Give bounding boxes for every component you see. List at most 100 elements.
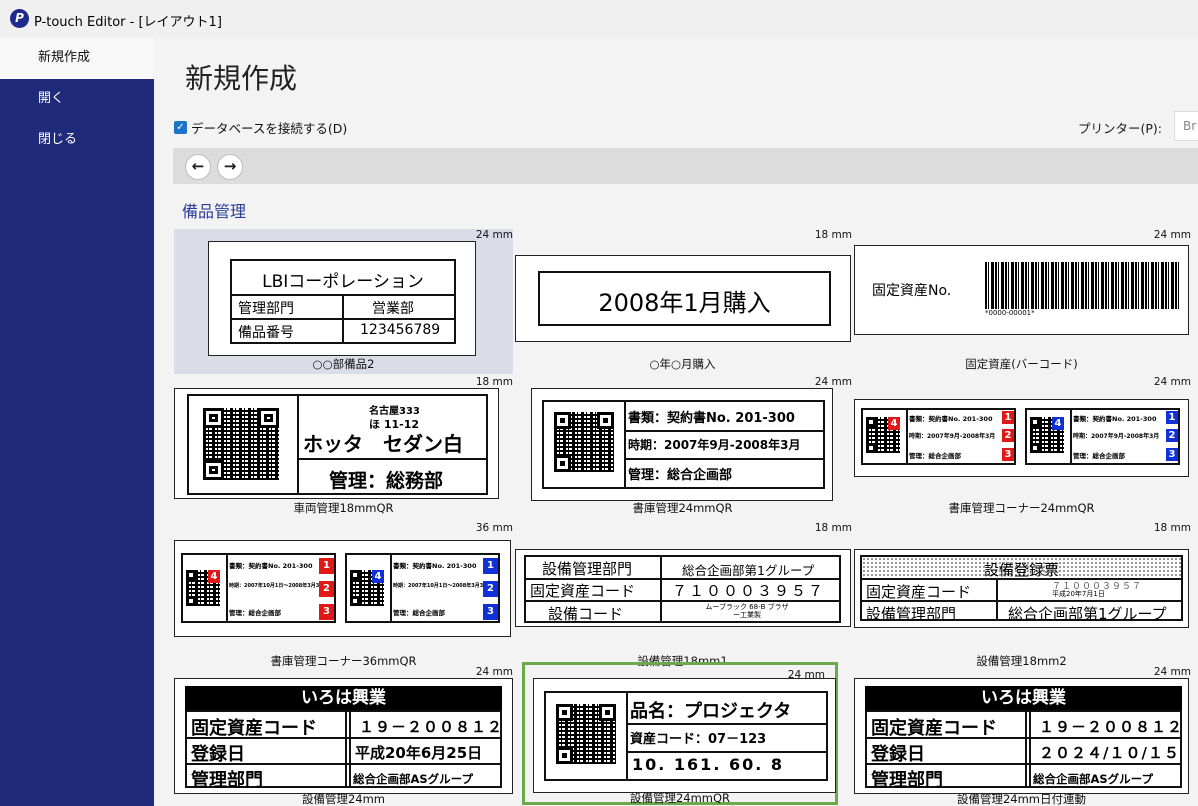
template-caption: 車両管理18mmQR	[293, 501, 394, 515]
label-text: 管理：総合企画部	[229, 609, 281, 617]
template-caption: 書庫管理24mmQR	[632, 501, 733, 515]
main-panel: 新規作成 ✓ データベースを接続する(D) プリンター(P): Br ← → 備…	[154, 38, 1198, 806]
label-size: 24 mm	[475, 666, 513, 678]
label-text: 品名：プロジェクタ	[630, 701, 792, 722]
label-preview: いろは興業 固定資産コード １９－２００８１２ 登録日 ２０２４/１０/１５ 管…	[854, 678, 1189, 794]
title-bar: P P-touch Editor - [レイアウト1]	[0, 0, 1198, 38]
label-size: 18 mm	[814, 229, 852, 241]
badge-blue-2: 2	[483, 581, 498, 597]
checkbox-checked-icon[interactable]: ✓	[174, 121, 187, 134]
label-preview: 設備管理部門 総合企画部第1グループ 固定資産コード ７１０００３９５７ 設備コ…	[515, 549, 851, 627]
sidebar-item-close[interactable]: 閉じる	[0, 120, 154, 161]
label-size: 18 mm	[814, 522, 852, 534]
category-heading: 備品管理	[182, 202, 247, 221]
label-text: 設備管理部門	[542, 560, 633, 578]
template-caption: 設備管理24mm日付連動	[956, 792, 1087, 806]
label-preview: LBIコーポレーション 管理部門 営業部 備品番号 123456789	[208, 241, 476, 356]
barcode-icon	[985, 262, 1181, 309]
label-text: ２０２４/１０/１５	[1039, 744, 1180, 762]
label-text: 管理：総合企画部	[1073, 452, 1125, 460]
database-connect-checkbox[interactable]: ✓ データベースを接続する(D)	[174, 118, 347, 137]
label-text: 管理：総務部	[329, 470, 444, 492]
back-arrow-icon[interactable]: ←	[185, 154, 211, 180]
template-caption: ○年○月購入	[649, 357, 716, 371]
label-text: 総合企画部第1グループ	[682, 563, 815, 578]
label-text: 登録日	[871, 744, 925, 765]
template-caption: 設備管理24mmQR	[629, 791, 731, 805]
badge-blue-1: 1	[483, 558, 498, 574]
label-text: 2008年1月購入	[598, 289, 771, 317]
label-preview: 設備登録票 固定資産コード ７１０００３９５７ 平成20年7月1日 設備管理部門…	[854, 549, 1189, 628]
qr-code-icon	[554, 412, 614, 472]
label-text: 書類：契約書No. 201-300	[393, 562, 477, 570]
label-text: 設備管理部門	[866, 605, 957, 623]
label-text: ムーブラック 68-B ブラザー工業製	[705, 603, 789, 619]
page-title: 新規作成	[185, 62, 298, 95]
printer-select[interactable]: Br	[1174, 111, 1198, 141]
template-card[interactable]: 24 mm 4 書類：契約書No. 201-300 時期：2007年9月-200…	[852, 376, 1191, 521]
template-card[interactable]: 18 mm 名古屋333 ほ 11-12 ホッタ セダン白 管理：総務部 車両管…	[174, 376, 513, 521]
label-text: 固定資産コード	[191, 718, 317, 739]
label-text: 管理部門	[191, 770, 263, 791]
label-size: 24 mm	[814, 376, 852, 388]
label-text: 設備コード	[548, 605, 624, 623]
template-caption: 書庫管理コーナー24mmQR	[948, 501, 1095, 515]
label-text: 資産コード：07－123	[630, 732, 767, 747]
template-card-highlighted[interactable]: 24 mm 品名：プロジェクタ 資産コード：07－123 10. 161. 60…	[522, 662, 838, 805]
label-size: 24 mm	[1153, 376, 1191, 388]
database-connect-label: データベースを接続する(D)	[191, 121, 348, 136]
template-card[interactable]: 24 mm 固定資産No. *0000-00001* 固定資産(バーコード)	[852, 229, 1191, 374]
app-logo-icon: P	[10, 9, 29, 28]
label-text: 管理部門	[238, 301, 294, 317]
sidebar-item-open[interactable]: 開く	[0, 79, 154, 120]
template-caption: ○○部備品2	[312, 357, 375, 371]
template-caption: 設備管理24mm	[301, 792, 386, 806]
template-card[interactable]: 24 mm LBIコーポレーション 管理部門 営業部 備品番号 12345678…	[174, 229, 513, 374]
label-text: 書類：契約書No. 201-300	[628, 411, 795, 426]
forward-arrow-icon[interactable]: →	[217, 154, 243, 180]
sidebar: 新規作成 開く 閉じる	[0, 38, 154, 806]
label-text: 書類：契約書No. 201-300	[1073, 415, 1157, 423]
label-text: 管理部門	[871, 770, 943, 791]
label-text: 管理：総合企画部	[393, 609, 445, 617]
label-size: 36 mm	[475, 522, 513, 534]
template-card[interactable]: 18 mm 2008年1月購入 ○年○月購入	[513, 229, 852, 374]
label-text: 管理：総合企画部	[909, 452, 961, 460]
badge-red-2: 2	[319, 581, 334, 597]
template-card[interactable]: 18 mm 設備管理部門 総合企画部第1グループ 固定資産コード ７１０００３９…	[513, 522, 852, 672]
label-text: １９－２００８１２	[359, 718, 504, 736]
label-text: ７１０００３９５７	[672, 582, 826, 600]
label-text: 時期：2007年9月-2008年3月	[628, 438, 801, 452]
label-text: 10. 161. 60. 8	[632, 755, 785, 774]
badge-red-1: 1	[1002, 411, 1014, 424]
label-text: 固定資産コード	[871, 718, 997, 739]
label-text: 備品番号	[238, 325, 294, 341]
label-preview: 名古屋333 ほ 11-12 ホッタ セダン白 管理：総務部	[174, 388, 499, 499]
label-text: 管理：総合企画部	[628, 468, 733, 483]
label-size: 24 mm	[1153, 666, 1191, 678]
label-text: 123456789	[360, 322, 441, 338]
label-preview: 固定資産No. *0000-00001*	[854, 245, 1189, 335]
label-text: 時期：2007年9月-2008年3月	[1073, 433, 1160, 440]
template-card[interactable]: 24 mm いろは興業 固定資産コード １９－２００８１２ 登録日 ２０２４/１…	[852, 666, 1191, 806]
template-card[interactable]: 36 mm 4 書類：契約書No. 201-300 時期：2007年10月1日～…	[174, 522, 513, 672]
template-card[interactable]: 18 mm 設備登録票 固定資産コード ７１０００３９５７ 平成20年7月1日 …	[852, 522, 1191, 672]
label-size: 24 mm	[475, 229, 513, 241]
label-header: いろは興業	[865, 686, 1182, 710]
badge-blue: 4	[372, 570, 384, 583]
label-text: 書類：契約書No. 201-300	[229, 562, 313, 570]
template-card[interactable]: 24 mm 書類：契約書No. 201-300 時期：2007年9月-2008年…	[513, 376, 852, 521]
navigation-bar: ← →	[173, 148, 1198, 184]
label-text: 時期：2007年10月1日～2008年3月31日	[393, 583, 492, 589]
printer-label: プリンター(P):	[1078, 121, 1163, 136]
template-card[interactable]: 24 mm いろは興業 固定資産コード １９－２００８１２ 登録日 平成20年6…	[174, 666, 513, 806]
sidebar-item-new[interactable]: 新規作成	[0, 38, 154, 79]
label-text: 営業部	[372, 301, 414, 317]
label-text: 平成20年7月1日	[1052, 590, 1105, 598]
label-preview: 4 書類：契約書No. 201-300 時期：2007年10月1日～2008年3…	[174, 540, 511, 637]
label-text: 固定資産No.	[872, 283, 952, 299]
window-title: P-touch Editor - [レイアウト1]	[34, 15, 222, 30]
badge-red: 4	[888, 417, 900, 430]
badge-red: 4	[208, 570, 220, 583]
label-header: いろは興業	[185, 686, 502, 710]
